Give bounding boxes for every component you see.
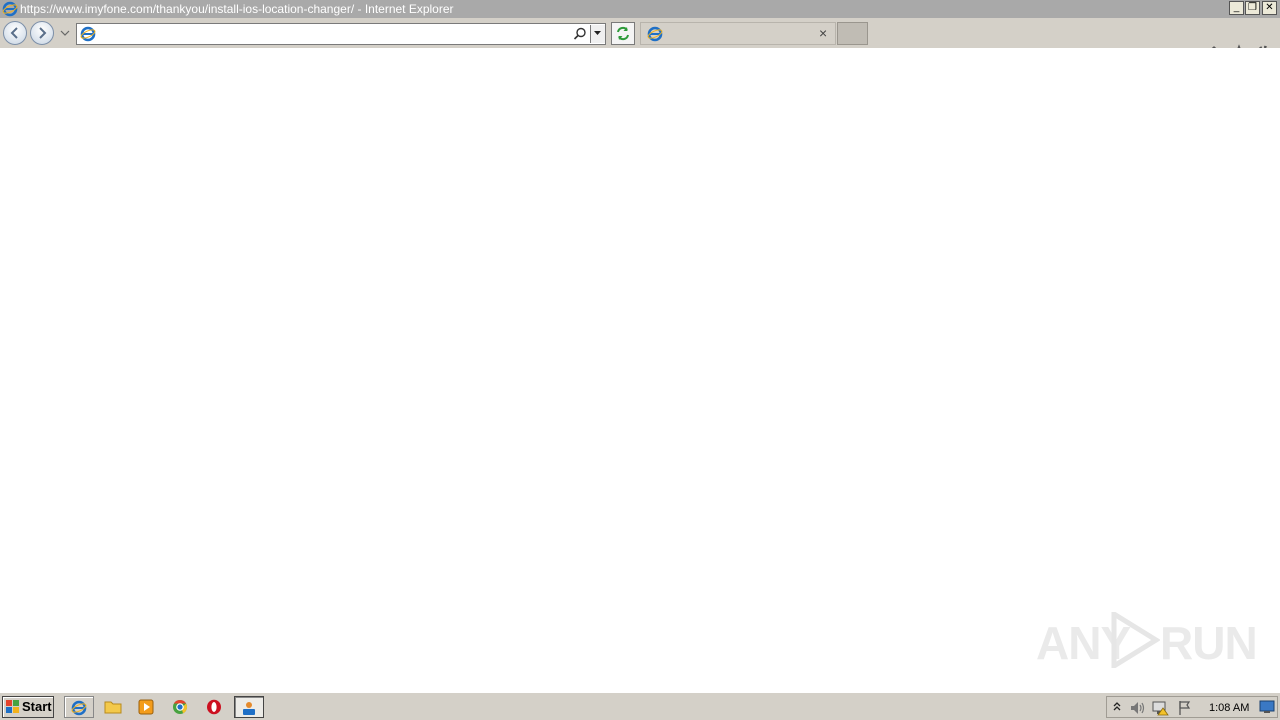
- opera-icon: [207, 699, 221, 715]
- tab-favicon-icon: [647, 26, 663, 42]
- title-bar: https://www.imyfone.com/thankyou/install…: [0, 0, 1280, 18]
- play-logo-icon: [1111, 612, 1160, 668]
- window-title: https://www.imyfone.com/thankyou/install…: [20, 2, 454, 16]
- taskbar-file-explorer[interactable]: [98, 696, 128, 718]
- search-icon[interactable]: [573, 27, 587, 41]
- system-tray: 1:08 AM: [1106, 696, 1278, 718]
- clock[interactable]: 1:08 AM: [1209, 701, 1249, 715]
- show-hidden-icons-chevron-icon[interactable]: [1112, 700, 1122, 714]
- folder-icon: [104, 701, 122, 714]
- recent-pages-dropdown-icon[interactable]: [60, 28, 70, 38]
- page-content: [0, 48, 1280, 692]
- taskbar-internet-explorer[interactable]: [64, 696, 94, 718]
- taskbar-chrome[interactable]: [166, 696, 196, 718]
- chrome-icon: [173, 699, 188, 714]
- windows-logo-icon: [6, 700, 19, 713]
- tab-close-icon[interactable]: ×: [819, 25, 827, 42]
- watermark-right-text: RUN: [1160, 617, 1258, 669]
- user-app-icon: [243, 702, 255, 715]
- restore-button[interactable]: ❐: [1245, 1, 1260, 15]
- minimize-button[interactable]: _: [1229, 1, 1244, 15]
- close-button[interactable]: ✕: [1262, 1, 1277, 15]
- taskbar-opera[interactable]: [200, 696, 230, 718]
- back-button[interactable]: [3, 21, 27, 45]
- refresh-button[interactable]: [611, 22, 635, 45]
- forward-button[interactable]: [30, 21, 54, 45]
- internet-explorer-icon: [71, 700, 87, 716]
- media-player-icon: [138, 699, 154, 715]
- action-center-flag-icon[interactable]: [1177, 700, 1193, 716]
- arrow-right-icon: [39, 27, 47, 39]
- volume-speaker-icon[interactable]: [1129, 700, 1147, 716]
- start-label: Start: [22, 699, 52, 714]
- chevron-down-icon: [594, 31, 601, 35]
- taskbar-media-player[interactable]: [132, 696, 162, 718]
- anyrun-watermark: ANY RUN: [1036, 608, 1258, 672]
- arrow-left-icon: [10, 27, 18, 39]
- start-button[interactable]: Start: [2, 696, 54, 718]
- browser-tab[interactable]: ×: [640, 22, 836, 45]
- refresh-arrows-icon: [617, 26, 629, 41]
- address-bar[interactable]: [76, 23, 606, 45]
- taskbar: Start 1:08 AM: [0, 692, 1280, 720]
- show-desktop-icon[interactable]: [1259, 700, 1275, 714]
- address-input[interactable]: [99, 26, 569, 42]
- page-favicon-icon: [80, 26, 96, 42]
- internet-explorer-icon: [2, 1, 18, 17]
- new-tab-button[interactable]: [837, 22, 868, 45]
- network-warning-icon[interactable]: [1152, 700, 1170, 716]
- taskbar-active-app[interactable]: [234, 696, 264, 718]
- address-dropdown-button[interactable]: [590, 25, 605, 43]
